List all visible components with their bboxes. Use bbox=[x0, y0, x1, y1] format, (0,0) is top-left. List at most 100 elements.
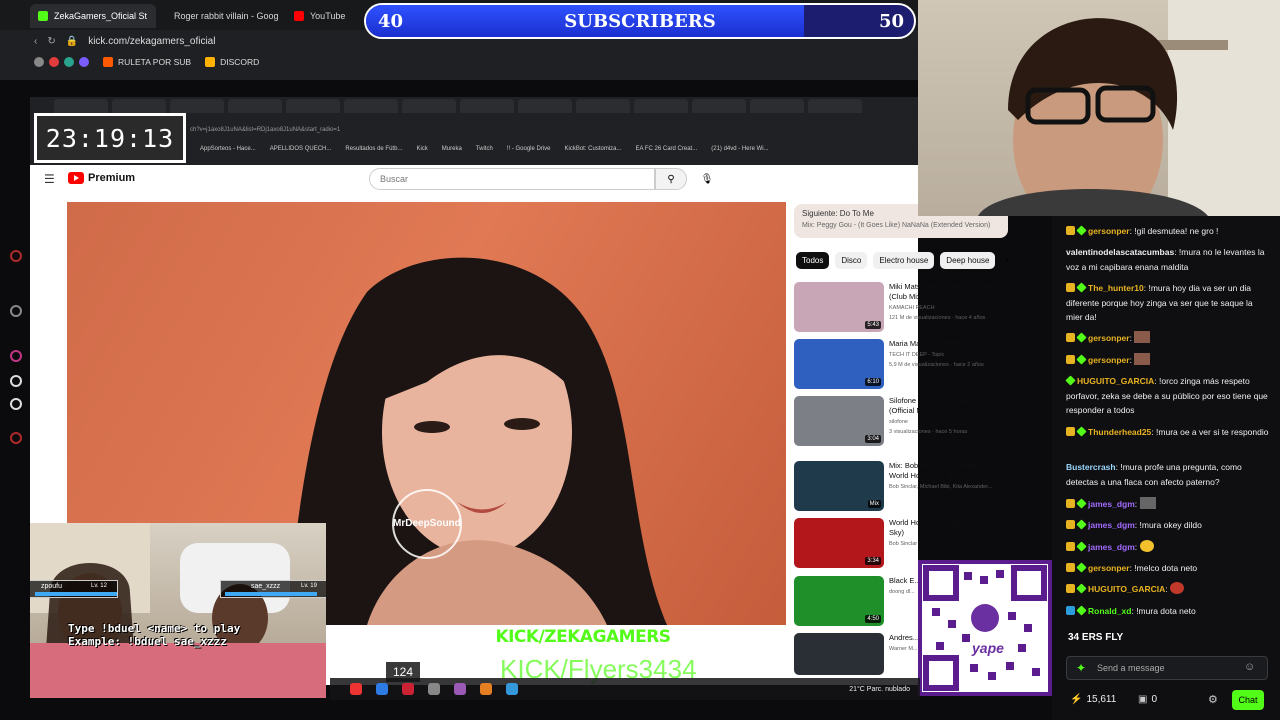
stream-timer: 23:19:13 bbox=[34, 113, 186, 163]
bookmark-ruleta[interactable]: RULETA POR SUB bbox=[103, 57, 191, 67]
record-icon bbox=[10, 250, 22, 262]
menu-icon[interactable]: ☰ bbox=[44, 172, 55, 186]
tab-label: Roger rabbit villain - Goog bbox=[174, 11, 279, 21]
chat-message: Bustercrash: !mura profe una pregunta, c… bbox=[1066, 462, 1242, 487]
bolt-icon: ⚡ bbox=[1070, 694, 1083, 705]
chip-deep-house[interactable]: Deep house bbox=[940, 252, 996, 269]
secondary-count: ▣ 0 bbox=[1138, 694, 1158, 705]
tab-youtube[interactable]: YouTube bbox=[286, 4, 356, 28]
emote-icon bbox=[1139, 497, 1156, 509]
taskbar: 21°C Parc. nublado bbox=[330, 678, 920, 700]
bookmark-discord[interactable]: DISCORD bbox=[205, 57, 259, 67]
instagram-icon[interactable] bbox=[10, 350, 22, 362]
sparkle-icon[interactable]: ✦ bbox=[1076, 661, 1086, 675]
recommendation-item[interactable]: 3:04 Silofone - George in the sun (Offic… bbox=[794, 396, 1008, 446]
video-thumbnail[interactable]: 4:50 bbox=[794, 576, 884, 626]
chat-message: james_dgm: bbox=[1066, 497, 1270, 512]
kick-tag-overlay: KICK/ZEKAGAMERS bbox=[495, 627, 671, 647]
back-icon[interactable]: ‹ bbox=[34, 36, 37, 47]
mrdeepsound-logo: MrDeepSound bbox=[393, 518, 461, 529]
search-input[interactable]: Buscar bbox=[369, 168, 655, 190]
chip-electro-house[interactable]: Electro house bbox=[873, 252, 935, 269]
video-thumbnail[interactable]: Mix bbox=[794, 461, 884, 511]
url-text[interactable]: kick.com/zekagamers_oficial bbox=[88, 36, 215, 47]
goal-label: SUBSCRIBERS bbox=[564, 10, 716, 32]
emote-icon bbox=[1139, 540, 1154, 552]
recommendation-item[interactable]: Mix Mix: Bob Sinclar Vs Peggy Gou - Worl… bbox=[794, 461, 1008, 511]
chat-message: The_hunter10: !mura hoy dia va ser un di… bbox=[1066, 282, 1253, 322]
video-thumbnail[interactable]: 5:43 bbox=[794, 282, 884, 332]
recommendation-item[interactable]: 5:43 Miki Matsubara - Stay With Me HD (C… bbox=[794, 282, 1008, 332]
x-icon[interactable] bbox=[10, 398, 22, 410]
gear-icon[interactable] bbox=[10, 432, 22, 444]
subscriber-goal-bar: 40 SUBSCRIBERS 50 bbox=[364, 3, 916, 39]
youtube-icon bbox=[294, 11, 304, 21]
reload-icon[interactable]: ↻ bbox=[47, 36, 55, 47]
youtube-icon bbox=[68, 172, 84, 184]
emote-icon bbox=[1134, 353, 1151, 365]
chat-input[interactable]: Send a message bbox=[1066, 656, 1268, 680]
emote-bar: 34 ERS FLY bbox=[1068, 632, 1124, 643]
chat-message: HUGUITO_GARCIA: !orco zinga más respeto … bbox=[1065, 375, 1268, 415]
gift-icon: ▣ bbox=[1138, 694, 1148, 705]
streamer-webcam bbox=[918, 0, 1280, 216]
app-icon[interactable] bbox=[480, 683, 492, 695]
inner-url: ch?v=j1axo8J1uNA&list=RDj1axo8J1uNA&star… bbox=[190, 127, 341, 133]
search-icon[interactable]: ⚲ bbox=[655, 168, 687, 190]
up-next-subtitle: Mix: Peggy Gou - (It Goes Like) NaNaNa (… bbox=[802, 222, 991, 229]
emote-icon bbox=[1170, 582, 1185, 594]
guest-webcam: zpoufu Lv. 12 sae_xzzz Lv. 19 Type !bdue… bbox=[30, 523, 326, 698]
chat-message: james_dgm: bbox=[1066, 540, 1270, 555]
yape-qr-code[interactable]: yape bbox=[918, 560, 1052, 696]
youtube-logo[interactable]: Premium bbox=[68, 172, 135, 184]
tab-label: YouTube bbox=[310, 11, 346, 21]
lock-icon: 🔒 bbox=[65, 35, 79, 47]
left-rail bbox=[0, 80, 30, 720]
weather-widget: 21°C Parc. nublado bbox=[849, 685, 910, 693]
emote-icon bbox=[1134, 331, 1151, 343]
viewer-count: ⚡ 15,611 bbox=[1070, 694, 1117, 705]
duel-example: Example: !bduel sae_xzzz bbox=[68, 635, 227, 648]
app-icon[interactable] bbox=[428, 683, 440, 695]
app-icon[interactable] bbox=[506, 683, 518, 695]
chat-message: HUGUITO_GARCIA: bbox=[1066, 582, 1270, 597]
chat-message: gersonper: bbox=[1066, 353, 1270, 368]
recommendation-item[interactable]: 6:10 Maria Maria (Extended) TECH IT DEEP … bbox=[794, 339, 1008, 389]
player1-card: zpoufu Lv. 12 bbox=[30, 580, 118, 598]
video-thumbnail[interactable]: 6:10 bbox=[794, 339, 884, 389]
tab-google[interactable]: Roger rabbit villain - Goog bbox=[160, 4, 284, 28]
chip-all[interactable]: Todos bbox=[796, 252, 830, 269]
chat-send-button[interactable]: Chat bbox=[1232, 690, 1264, 710]
app-icon[interactable] bbox=[454, 683, 466, 695]
kick-icon bbox=[38, 11, 48, 21]
tiktok-icon[interactable] bbox=[10, 375, 22, 387]
gear-icon[interactable]: ⚙ bbox=[1208, 693, 1218, 706]
chip-disco[interactable]: Disco bbox=[835, 252, 868, 269]
chat-message: Ronald_xd: !mura dota neto bbox=[1066, 604, 1270, 619]
globe-icon[interactable] bbox=[10, 305, 22, 317]
chat-message: valentinodelascatacumbas: !mura no le le… bbox=[1066, 247, 1265, 272]
qr-pattern bbox=[923, 565, 1047, 691]
app-icon[interactable] bbox=[402, 683, 414, 695]
player2-card: sae_xzzz Lv. 19 bbox=[220, 580, 326, 598]
mic-icon[interactable]: 🎙 bbox=[697, 170, 717, 188]
goal-target: 50 bbox=[878, 10, 904, 32]
chat-message: gersonper: bbox=[1066, 331, 1270, 346]
chat-message: gersonper: !gil desmutea! ne gro ! bbox=[1066, 224, 1270, 239]
chat-message: gersonper: !melco dota neto bbox=[1066, 561, 1270, 576]
bookmarks-bar: RULETA POR SUB DISCORD bbox=[0, 52, 918, 72]
tab-kick[interactable]: ZekaGamers_Oficial St bbox=[30, 4, 156, 28]
yape-label: yape bbox=[972, 640, 1004, 656]
duel-instructions: Type !bduel <name> to play bbox=[68, 622, 241, 635]
chat-message: james_dgm: !mura okey dildo bbox=[1066, 518, 1270, 533]
emoji-icon[interactable]: ☺ bbox=[1244, 661, 1255, 673]
app-icon[interactable] bbox=[376, 683, 388, 695]
chrome-icon[interactable] bbox=[350, 683, 362, 695]
video-thumbnail[interactable]: 3:34 bbox=[794, 518, 884, 568]
video-thumbnail[interactable]: 3:04 bbox=[794, 396, 884, 446]
video-thumbnail[interactable] bbox=[794, 633, 884, 675]
inner-bookmarks: AppSorteos - Hace... APELLIDOS QUECH... R… bbox=[200, 146, 769, 152]
tab-label: ZekaGamers_Oficial St bbox=[54, 11, 148, 21]
bookmark-icons bbox=[34, 57, 89, 67]
chevron-right-icon[interactable]: › bbox=[1001, 252, 1013, 269]
